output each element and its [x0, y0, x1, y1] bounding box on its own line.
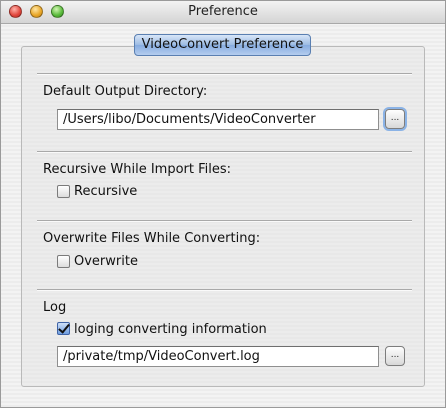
section-divider [37, 289, 412, 291]
overwrite-checkbox[interactable] [57, 255, 70, 268]
output-directory-field[interactable]: /Users/libo/Documents/VideoConverter [57, 109, 379, 130]
recursive-checkbox-label[interactable]: Recursive [74, 184, 137, 199]
log-path-field[interactable]: /private/tmp/VideoConvert.log [57, 346, 379, 367]
output-directory-label: Default Output Directory: [43, 84, 208, 99]
log-label: Log [43, 300, 67, 315]
output-browse-button[interactable]: ... [385, 109, 405, 129]
log-browse-button[interactable]: ... [385, 346, 405, 366]
preference-window: Preference VideoConvert Preference Defau… [0, 0, 446, 408]
section-divider [37, 220, 412, 222]
overwrite-label: Overwrite Files While Converting: [43, 231, 261, 246]
log-checkbox[interactable] [57, 321, 70, 335]
overwrite-checkbox-label[interactable]: Overwrite [74, 254, 138, 269]
recursive-checkbox[interactable] [57, 185, 70, 198]
window-title: Preference [188, 4, 258, 19]
section-divider [37, 151, 412, 153]
log-checkbox-label[interactable]: loging converting information [74, 322, 267, 337]
tab-videoconvert-preference[interactable]: VideoConvert Preference [134, 34, 311, 56]
title-bar[interactable]: Preference [1, 1, 445, 24]
checkmark-icon [58, 321, 70, 334]
section-divider [37, 73, 412, 75]
recursive-label: Recursive While Import Files: [43, 162, 232, 177]
